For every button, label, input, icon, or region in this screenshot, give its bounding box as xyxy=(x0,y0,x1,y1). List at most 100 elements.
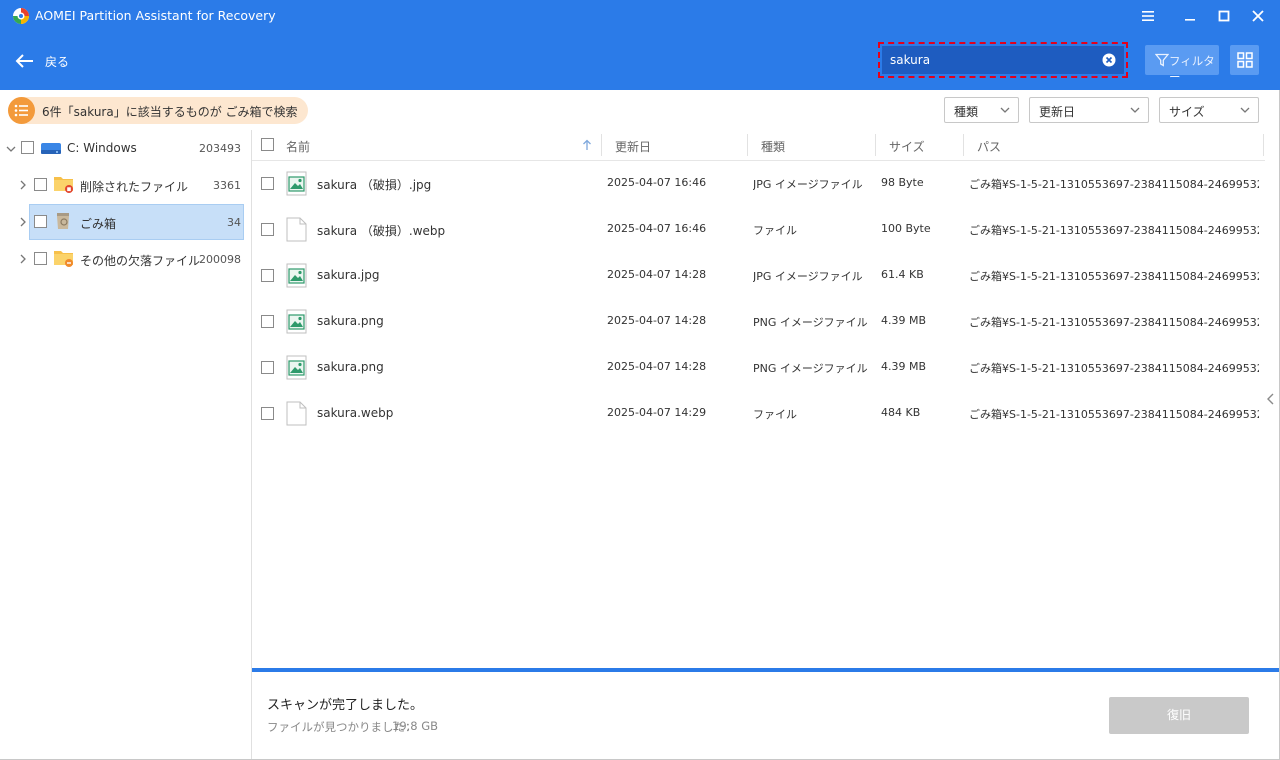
column-divider[interactable] xyxy=(601,134,602,156)
search-box[interactable] xyxy=(882,46,1124,74)
row-checkbox[interactable] xyxy=(261,407,274,420)
tree-checkbox[interactable] xyxy=(34,252,47,265)
tree-item-count: 200098 xyxy=(199,253,241,266)
file-path: ごみ箱¥S-1-5-21-1310553697-2384115084-24699… xyxy=(969,270,1259,283)
result-bar: 6件「sakura」に該当するものが ごみ箱で検索 種類 更新日 サイズ xyxy=(0,90,1280,130)
grid-view-icon xyxy=(1237,52,1253,68)
column-divider[interactable] xyxy=(875,134,876,156)
tree-item-label: ごみ箱 xyxy=(80,217,117,231)
file-type: PNG イメージファイル xyxy=(753,316,868,329)
collapse-panel-icon[interactable] xyxy=(1266,393,1276,405)
back-button[interactable]: 戻る xyxy=(45,53,69,70)
title-bar: AOMEI Partition Assistant for Recovery xyxy=(0,0,1280,32)
hamburger-icon[interactable] xyxy=(1138,6,1158,26)
tree-item-count: 34 xyxy=(227,216,241,229)
found-size: 19.8 GB xyxy=(392,719,439,733)
chevron-down-icon[interactable] xyxy=(6,144,16,154)
column-modified[interactable]: 更新日 xyxy=(615,138,651,155)
file-name: sakura.png xyxy=(317,314,384,328)
type-dropdown[interactable]: 種類 xyxy=(944,97,1019,123)
file-type: ファイル xyxy=(753,224,797,237)
back-arrow-icon[interactable] xyxy=(14,52,34,70)
file-modified: 2025-04-07 16:46 xyxy=(607,176,707,189)
file-row[interactable]: sakura.jpg 2025-04-07 14:28 JPG イメージファイル… xyxy=(252,252,1265,298)
status-panel: スキャンが完了しました。 ファイルが見つかりました： 19.8 GB 復旧 xyxy=(252,668,1280,760)
search-result-text: 6件「sakura」に該当するものが ごみ箱で検索 xyxy=(42,105,298,119)
search-input[interactable] xyxy=(890,46,1095,74)
file-path: ごみ箱¥S-1-5-21-1310553697-2384115084-24699… xyxy=(969,224,1259,237)
tree-item-count: 3361 xyxy=(213,179,241,192)
file-size: 100 Byte xyxy=(881,222,931,235)
row-checkbox[interactable] xyxy=(261,223,274,236)
file-name: sakura （破損）.webp xyxy=(317,224,446,238)
tree-checkbox[interactable] xyxy=(34,178,47,191)
file-modified: 2025-04-07 14:29 xyxy=(607,406,707,419)
file-modified: 2025-04-07 14:28 xyxy=(607,360,707,373)
sort-ascending-icon[interactable] xyxy=(582,139,592,151)
chevron-right-icon[interactable] xyxy=(18,254,28,264)
tree-item-drive[interactable]: C: Windows 203493 xyxy=(0,130,251,166)
file-name: sakura.png xyxy=(317,360,384,374)
file-row[interactable]: sakura.png 2025-04-07 14:28 PNG イメージファイル… xyxy=(252,344,1265,390)
clear-search-icon[interactable] xyxy=(1102,53,1116,67)
file-name: sakura.webp xyxy=(317,406,394,420)
row-checkbox[interactable] xyxy=(261,269,274,282)
view-toggle-button[interactable] xyxy=(1230,45,1259,75)
recycle-bin-icon xyxy=(57,213,69,229)
filter-label: フィルター xyxy=(1169,54,1215,84)
file-modified: 2025-04-07 14:28 xyxy=(607,268,707,281)
missing-folder-icon xyxy=(54,251,73,267)
select-all-checkbox[interactable] xyxy=(261,138,274,151)
file-type: JPG イメージファイル xyxy=(753,178,863,191)
tree-item-label: 削除されたファイル xyxy=(80,180,189,194)
file-modified: 2025-04-07 14:28 xyxy=(607,314,707,327)
tree-item-label: その他の欠落ファイル xyxy=(80,254,201,268)
row-checkbox[interactable] xyxy=(261,361,274,374)
chevron-right-icon[interactable] xyxy=(18,217,28,227)
modified-dropdown[interactable]: 更新日 xyxy=(1029,97,1149,123)
list-icon xyxy=(8,97,35,124)
tree-item-other-missing[interactable]: その他の欠落ファイル 200098 xyxy=(0,241,251,277)
tree-item-recycle-bin[interactable]: ごみ箱 34 xyxy=(0,204,251,240)
deleted-folder-icon xyxy=(54,177,73,193)
maximize-icon[interactable] xyxy=(1214,6,1234,26)
filter-button[interactable]: フィルター xyxy=(1145,45,1219,84)
row-checkbox[interactable] xyxy=(261,315,274,328)
chevron-down-icon xyxy=(1240,107,1250,113)
drive-icon xyxy=(41,143,61,154)
recover-button[interactable]: 復旧 xyxy=(1109,697,1249,734)
chevron-down-icon xyxy=(1000,107,1010,113)
column-divider[interactable] xyxy=(1263,134,1264,156)
generic-file-icon xyxy=(286,217,307,242)
tree-item-count: 203493 xyxy=(199,142,241,155)
tree-item-deleted-files[interactable]: 削除されたファイル 3361 xyxy=(0,167,251,203)
size-dropdown-label: サイズ xyxy=(1169,105,1205,119)
column-header-row: 名前 更新日 種類 サイズ パス xyxy=(252,130,1265,161)
tree-checkbox[interactable] xyxy=(34,215,47,228)
file-list: 名前 更新日 種類 サイズ パス sakura （破損）.jpg 2025-04… xyxy=(252,130,1265,668)
column-name[interactable]: 名前 xyxy=(286,138,310,155)
column-divider[interactable] xyxy=(747,134,748,156)
file-row[interactable]: sakura （破損）.webp 2025-04-07 16:46 ファイル 1… xyxy=(252,206,1265,252)
file-row[interactable]: sakura.png 2025-04-07 14:28 PNG イメージファイル… xyxy=(252,298,1265,344)
image-file-icon xyxy=(286,309,307,334)
app-title: AOMEI Partition Assistant for Recovery xyxy=(35,8,276,23)
row-checkbox[interactable] xyxy=(261,177,274,190)
image-file-icon xyxy=(286,355,307,380)
column-path[interactable]: パス xyxy=(977,138,1001,155)
column-divider[interactable] xyxy=(963,134,964,156)
chevron-right-icon[interactable] xyxy=(18,180,28,190)
tree-checkbox[interactable] xyxy=(21,141,34,154)
file-type: ファイル xyxy=(753,408,797,421)
file-row[interactable]: sakura.webp 2025-04-07 14:29 ファイル 484 KB… xyxy=(252,390,1265,436)
filter-icon xyxy=(1155,53,1169,67)
column-size[interactable]: サイズ xyxy=(889,138,925,155)
modified-dropdown-label: 更新日 xyxy=(1039,105,1076,119)
minimize-icon[interactable] xyxy=(1180,6,1200,26)
close-icon[interactable] xyxy=(1248,6,1268,26)
column-type[interactable]: 種類 xyxy=(761,138,785,155)
folder-tree: C: Windows 203493 削除されたファイル 3361 ごみ箱 34 xyxy=(0,130,252,760)
image-file-icon xyxy=(286,263,307,288)
size-dropdown[interactable]: サイズ xyxy=(1159,97,1259,123)
file-row[interactable]: sakura （破損）.jpg 2025-04-07 16:46 JPG イメー… xyxy=(252,160,1265,206)
